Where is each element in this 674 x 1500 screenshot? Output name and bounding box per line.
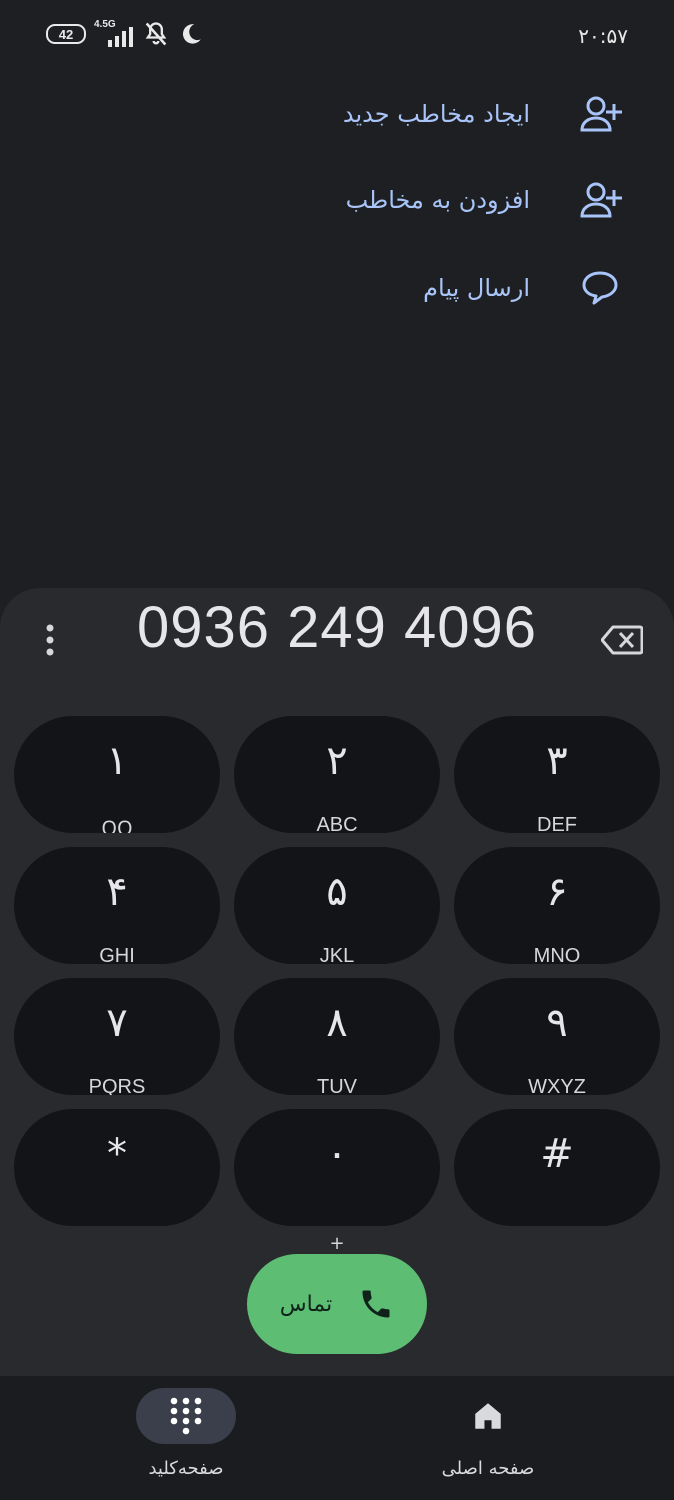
key-letters: WXYZ xyxy=(528,1076,586,1095)
call-button[interactable]: تماس xyxy=(247,1254,427,1354)
key-letters: DEF xyxy=(537,814,577,833)
key-letters: GHI xyxy=(99,945,135,964)
status-bar: 42 4.5G ۲۰:۵۷ xyxy=(0,0,674,70)
key-digit: ۹ xyxy=(546,1000,568,1046)
signal-icon: 4.5G xyxy=(94,19,134,47)
bottom-navigation: صفحه‌کلید صفحه اصلی xyxy=(0,1376,674,1500)
dialpad-key-1[interactable]: ۱ ᱛᱛ xyxy=(14,716,220,833)
key-digit: ۱ xyxy=(106,738,128,784)
phone-icon xyxy=(362,1290,390,1318)
dialpad-key-hash[interactable]: # xyxy=(454,1109,660,1226)
send-message-action[interactable]: ارسال پیام xyxy=(64,258,624,318)
key-digit: ۸ xyxy=(326,1000,348,1046)
add-to-contact-action[interactable]: افزودن به مخاطب xyxy=(64,170,624,230)
create-new-contact-label: ایجاد مخاطب جدید xyxy=(342,100,530,128)
key-letters: JKL xyxy=(319,945,355,964)
key-letters: PQRS xyxy=(88,1076,146,1095)
dialpad-key-star[interactable]: * xyxy=(14,1109,220,1226)
dialpad-key-3[interactable]: ۳ DEF xyxy=(454,716,660,833)
key-digit: ۲ xyxy=(326,738,348,784)
message-bubble-icon xyxy=(576,264,624,312)
key-digit: * xyxy=(107,1131,127,1177)
nav-home-pill xyxy=(438,1388,538,1444)
nav-keypad[interactable]: صفحه‌کلید xyxy=(86,1376,286,1500)
key-letters: ABC xyxy=(316,814,358,833)
dialpad-key-9[interactable]: ۹ WXYZ xyxy=(454,978,660,1095)
call-label: تماس xyxy=(279,1291,333,1317)
dialpad-key-7[interactable]: ۷ PQRS xyxy=(14,978,220,1095)
key-digit: ۶ xyxy=(546,869,568,915)
key-digit: ۳ xyxy=(546,738,568,784)
status-icons: 42 4.5G xyxy=(46,19,204,48)
nav-home[interactable]: صفحه اصلی xyxy=(388,1376,588,1500)
status-time: ۲۰:۵۷ xyxy=(578,24,628,48)
home-icon xyxy=(475,1403,501,1429)
dialpad-key-2[interactable]: ۲ ABC xyxy=(234,716,440,833)
dialpad-key-0[interactable]: ۰ + xyxy=(234,1109,440,1254)
dialpad-icon xyxy=(170,1397,202,1435)
key-letters: ᱛᱛ xyxy=(101,818,133,833)
key-digit: ۷ xyxy=(106,1000,128,1046)
nav-keypad-label: صفحه‌کلید xyxy=(148,1458,224,1479)
key-letters: MNO xyxy=(533,945,581,964)
person-add-icon xyxy=(576,90,624,138)
key-digit: ۵ xyxy=(326,869,348,915)
key-digit: ۰ xyxy=(326,1131,348,1177)
add-to-contact-label: افزودن به مخاطب xyxy=(345,186,530,214)
battery-level: 42 xyxy=(58,26,74,42)
dialpad-key-4[interactable]: ۴ GHI xyxy=(14,847,220,964)
create-new-contact-action[interactable]: ایجاد مخاطب جدید xyxy=(64,84,624,144)
send-message-label: ارسال پیام xyxy=(423,274,530,302)
dialpad: ۱ ᱛᱛ ۲ ABC ۳ DEF ۴ GHI ۵ JKL ۶ MNO ۷ PQR… xyxy=(14,716,660,1254)
dialpad-key-5[interactable]: ۵ JKL xyxy=(234,847,440,964)
phone-number-display[interactable]: 0936 249 4096 xyxy=(0,594,674,661)
dialpad-sheet: 0936 249 4096 ۱ ᱛᱛ ۲ ABC ۳ DEF ۴ GHI ۵ J… xyxy=(0,588,674,1378)
key-digit: # xyxy=(540,1131,574,1177)
do-not-disturb-moon-icon xyxy=(182,24,201,44)
dialer-screen: 42 4.5G ۲۰:۵۷ ایجاد مخاطب جدید افزودن به… xyxy=(0,0,674,1500)
nav-home-label: صفحه اصلی xyxy=(441,1458,535,1479)
key-plus: + xyxy=(329,1233,345,1254)
backspace-icon xyxy=(601,625,643,655)
battery-icon: 42 xyxy=(46,24,86,44)
mute-bell-icon xyxy=(145,22,167,46)
key-digit: ۴ xyxy=(106,869,128,915)
key-letters: TUV xyxy=(317,1076,357,1095)
dialpad-key-8[interactable]: ۸ TUV xyxy=(234,978,440,1095)
person-add-icon xyxy=(576,176,624,224)
backspace-button[interactable] xyxy=(598,618,646,662)
dialpad-key-6[interactable]: ۶ MNO xyxy=(454,847,660,964)
nav-keypad-pill xyxy=(136,1388,236,1444)
